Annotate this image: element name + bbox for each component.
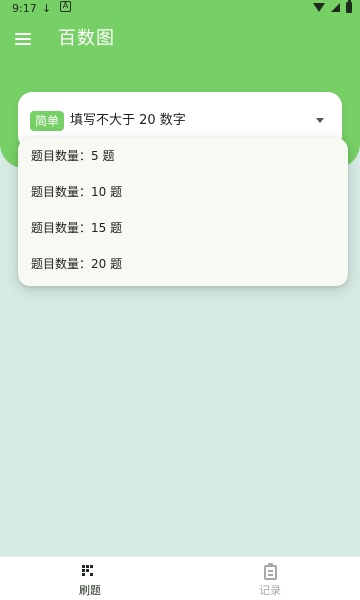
question-count-5[interactable]: 题目数量：5 题 (18, 138, 348, 174)
app-notification-icon: A (60, 1, 71, 12)
menu-button[interactable] (14, 29, 36, 51)
status-bar: 9:17 ↓ A (0, 0, 360, 18)
question-count-menu: 题目数量：5 题 题目数量：10 题 题目数量：15 题 题目数量：20 题 (18, 138, 348, 286)
menu-line-icon (15, 43, 31, 45)
page-title: 百数图 (58, 28, 115, 49)
wifi-icon (313, 3, 325, 12)
menu-line-icon (15, 38, 31, 40)
question-count-15[interactable]: 题目数量：15 题 (18, 210, 348, 246)
battery-icon (346, 0, 352, 13)
status-time: 9:17 (12, 2, 37, 15)
nav-item-practice[interactable]: 刷题 (0, 561, 180, 600)
menu-line-icon (15, 33, 31, 35)
nav-label-practice: 刷题 (79, 584, 101, 597)
question-count-20[interactable]: 题目数量：20 题 (18, 246, 348, 282)
download-icon: ↓ (42, 2, 52, 15)
selected-quiz-type: 填写不大于 20 数字 (70, 113, 186, 128)
practice-grid-icon (82, 565, 96, 579)
bottom-navigation: 刷题 记录 (0, 556, 360, 600)
dropdown-arrow-icon (316, 118, 324, 123)
difficulty-badge: 简单 (30, 111, 65, 131)
cellular-signal-icon (331, 3, 340, 12)
nav-item-records[interactable]: 记录 (180, 561, 360, 600)
question-count-10[interactable]: 题目数量：10 题 (18, 174, 348, 210)
nav-label-records: 记录 (259, 584, 281, 597)
clipboard-icon (264, 565, 277, 580)
status-icons (313, 0, 352, 13)
